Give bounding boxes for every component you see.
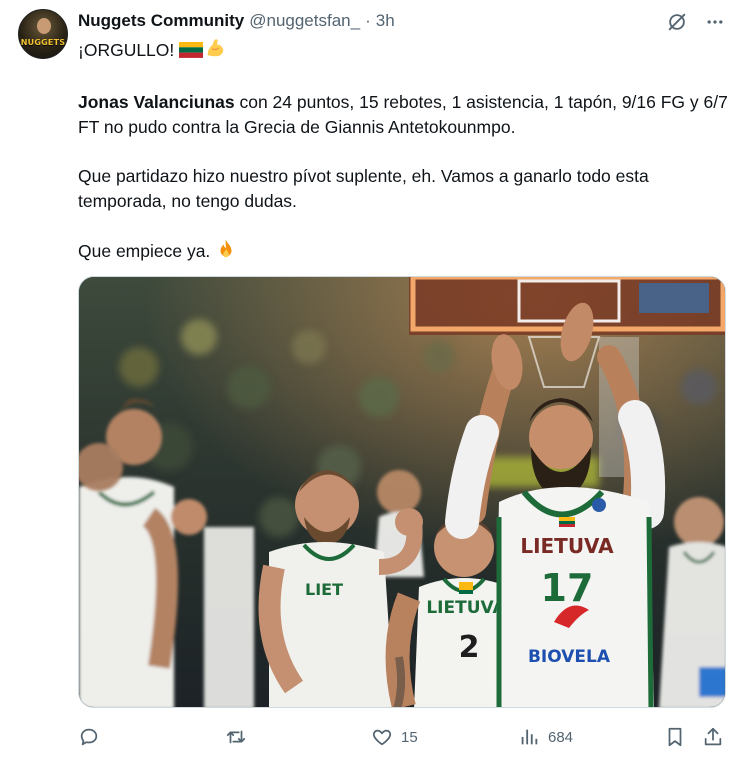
tweet-top-actions (665, 10, 727, 34)
player-name: Jonas Valanciunas (78, 92, 235, 112)
jersey-text-lietuva-2: LIETUVA (426, 598, 506, 618)
like-button[interactable]: 15 (371, 722, 418, 752)
tweet-header: Nuggets Community @nuggetsfan_ · 3h (78, 10, 395, 32)
tweet-paragraph-2: Que partidazo hizo nuestro pívot suplent… (78, 166, 649, 211)
flexed-biceps-icon (203, 37, 227, 66)
share-button[interactable] (702, 722, 724, 752)
jersey-number-2: 2 (459, 630, 480, 665)
share-icon (704, 727, 722, 746)
more-options-icon[interactable] (703, 10, 727, 34)
retweet-button[interactable] (224, 722, 256, 752)
tweet-photo[interactable]: LIET LIETUVA 2 LIETUVA 17 BIOVELA (78, 276, 726, 708)
tweet-text: ¡ORGULLO! Jonas Valanciunas con 24 punto… (78, 37, 728, 267)
views-count: 684 (548, 728, 574, 746)
avatar-figure (37, 18, 51, 34)
like-count: 15 (401, 728, 418, 746)
flag-lithuania-icon (179, 41, 204, 66)
reply-icon (80, 728, 98, 746)
jersey-number-17: 17 (541, 566, 594, 610)
grok-icon[interactable] (665, 10, 689, 34)
tweet[interactable]: NUGGETS Nuggets Community @nuggetsfan_ ·… (0, 0, 747, 766)
author-name[interactable]: Nuggets Community (78, 11, 244, 31)
views-button[interactable]: 684 (518, 722, 573, 752)
reply-button[interactable] (78, 722, 108, 752)
bookmark-icon (668, 727, 682, 747)
author-handle[interactable]: @nuggetsfan_ (249, 11, 360, 31)
views-icon (521, 729, 538, 745)
svg-text:LIET: LIET (305, 580, 343, 599)
tweet-headline: ¡ORGULLO! (78, 40, 175, 60)
bookmark-button[interactable] (664, 722, 686, 752)
avatar[interactable]: NUGGETS (18, 9, 68, 59)
tweet-line-1: ¡ORGULLO! (78, 37, 728, 66)
tweet-paragraph-1: Jonas Valanciunas con 24 puntos, 15 rebo… (78, 90, 728, 140)
tweet-actions: 15 684 (78, 722, 728, 752)
heart-icon (372, 729, 392, 746)
tweet-paragraph-3: Que empiece ya. (78, 238, 728, 267)
jersey-text-lietuva: LIETUVA (520, 534, 614, 558)
separator-dot: · (365, 11, 371, 30)
tweet-time[interactable]: 3h (376, 11, 395, 31)
avatar-logo-text: NUGGETS (20, 38, 66, 47)
closing-text: Que empiece ya. (78, 241, 211, 261)
retweet-icon (226, 730, 246, 744)
fire-icon (215, 238, 237, 267)
photo-basketball-players: LIET LIETUVA 2 LIETUVA 17 BIOVELA (79, 277, 725, 707)
jersey-sponsor-biovela: BIOVELA (528, 647, 611, 667)
